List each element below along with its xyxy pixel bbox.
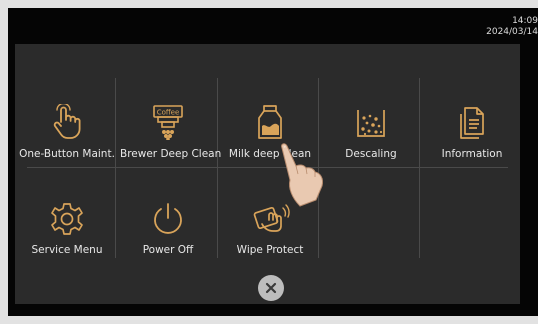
divider	[217, 78, 218, 258]
clock-date: 2024/03/14	[486, 27, 538, 37]
menu-tile-descaling[interactable]: Descaling	[323, 78, 419, 174]
menu-label: Information	[441, 148, 503, 160]
svg-text:Coffee: Coffee	[157, 109, 180, 117]
status-clock: 14:09 2024/03/14	[486, 16, 538, 38]
hand-pointer-icon	[53, 104, 81, 139]
menu-tile-information[interactable]: Information	[424, 78, 520, 174]
pointing-finger	[281, 143, 323, 207]
descaling-icon	[357, 110, 385, 137]
menu-tile-power-off[interactable]: Power Off	[120, 174, 216, 270]
clock-time: 14:09	[512, 16, 538, 26]
menu-tile-one-button-maint[interactable]: One-Button Maint.	[19, 78, 115, 174]
menu-tile-service-menu[interactable]: Service Menu	[19, 174, 115, 270]
divider	[115, 78, 116, 258]
menu-label: Service Menu	[31, 244, 103, 256]
milk-carton-icon	[258, 105, 282, 139]
gear-icon	[51, 203, 83, 235]
menu-label: Wipe Protect	[236, 244, 304, 256]
menu-label: Power Off	[142, 244, 194, 256]
coffee-brewer-icon: Coffee	[153, 105, 183, 140]
power-icon	[154, 203, 182, 234]
maintenance-menu-panel: One-Button Maint. Coffee Brewer Deep Cle…	[15, 44, 520, 304]
menu-label: Brewer Deep Clean	[120, 148, 222, 160]
divider	[419, 78, 420, 258]
close-icon	[265, 282, 277, 294]
document-icon	[460, 107, 484, 139]
close-button[interactable]	[258, 275, 284, 301]
menu-label: One-Button Maint.	[19, 148, 115, 160]
menu-label: Descaling	[345, 148, 397, 160]
menu-tile-brewer-deep-clean[interactable]: Coffee Brewer Deep Clean	[120, 78, 222, 174]
